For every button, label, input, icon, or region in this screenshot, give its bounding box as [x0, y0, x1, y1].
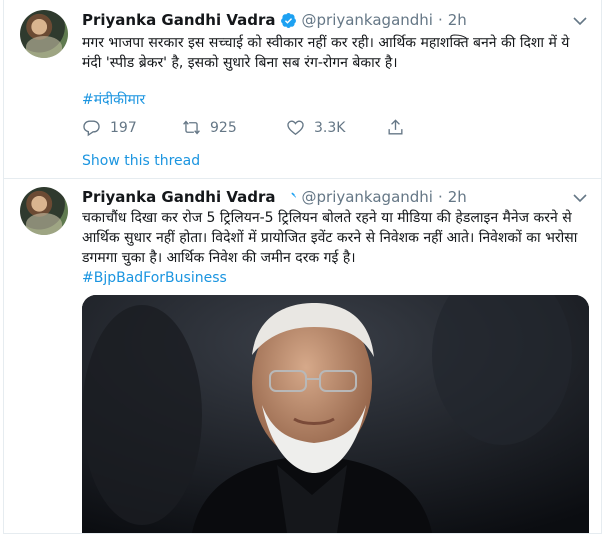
author-name[interactable]: Priyanka Gandhi Vadra — [82, 11, 276, 29]
separator-dot: · — [437, 11, 443, 29]
tweet-body: चकाचौंध दिखा कर रोज 5 ट्रिलियन-5 ट्रिलिय… — [82, 208, 587, 288]
retweet-count: 925 — [210, 119, 237, 136]
chevron-down-icon[interactable] — [573, 16, 587, 26]
reply-count: 197 — [110, 119, 137, 136]
timestamp[interactable]: 2h — [448, 188, 467, 206]
tweet-text: मगर भाजपा सरकार इस सच्चाई को स्वीकार नही… — [82, 35, 570, 71]
avatar[interactable] — [20, 187, 68, 235]
tweet-text: चकाचौंध दिखा कर रोज 5 ट्रिलियन-5 ट्रिलिय… — [82, 210, 578, 266]
verified-badge-icon — [280, 12, 296, 28]
heart-icon — [287, 120, 304, 136]
reply-icon — [83, 120, 100, 137]
retweet-button[interactable]: 925 — [182, 118, 286, 137]
author-name[interactable]: Priyanka Gandhi Vadra — [82, 188, 276, 206]
verified-badge-icon — [284, 192, 296, 201]
timeline: Priyanka Gandhi Vadra @priyankagandhi · … — [3, 0, 602, 534]
hashtag-link[interactable]: #मंदीकीमार — [82, 90, 145, 109]
share-button[interactable] — [386, 118, 426, 137]
avatar[interactable] — [20, 10, 68, 58]
hashtag-link[interactable]: #BjpBadForBusiness — [82, 268, 587, 288]
like-button[interactable]: 3.3K — [286, 118, 386, 137]
tweet-header: Priyanka Gandhi Vadra @priyankagandhi · … — [82, 188, 467, 206]
like-count: 3.3K — [314, 119, 346, 136]
timestamp[interactable]: 2h — [448, 11, 467, 29]
reply-button[interactable]: 197 — [82, 118, 182, 137]
tweet[interactable]: Priyanka Gandhi Vadra @priyankagandhi · … — [4, 0, 601, 179]
show-thread-link[interactable]: Show this thread — [82, 153, 200, 169]
tweet[interactable]: Priyanka Gandhi Vadra @priyankagandhi · … — [4, 179, 601, 533]
tweet-header: Priyanka Gandhi Vadra @priyankagandhi · … — [82, 11, 467, 29]
separator-dot: · — [437, 188, 443, 206]
tweet-actions: 197 925 3.3K — [82, 118, 426, 137]
retweet-icon — [183, 120, 200, 135]
chevron-down-icon[interactable] — [573, 193, 587, 203]
author-handle[interactable]: @priyankagandhi — [302, 188, 433, 206]
photo-portrait — [82, 295, 589, 533]
tweet-photo[interactable] — [82, 295, 589, 533]
author-handle[interactable]: @priyankagandhi — [302, 11, 433, 29]
share-icon — [388, 119, 403, 135]
